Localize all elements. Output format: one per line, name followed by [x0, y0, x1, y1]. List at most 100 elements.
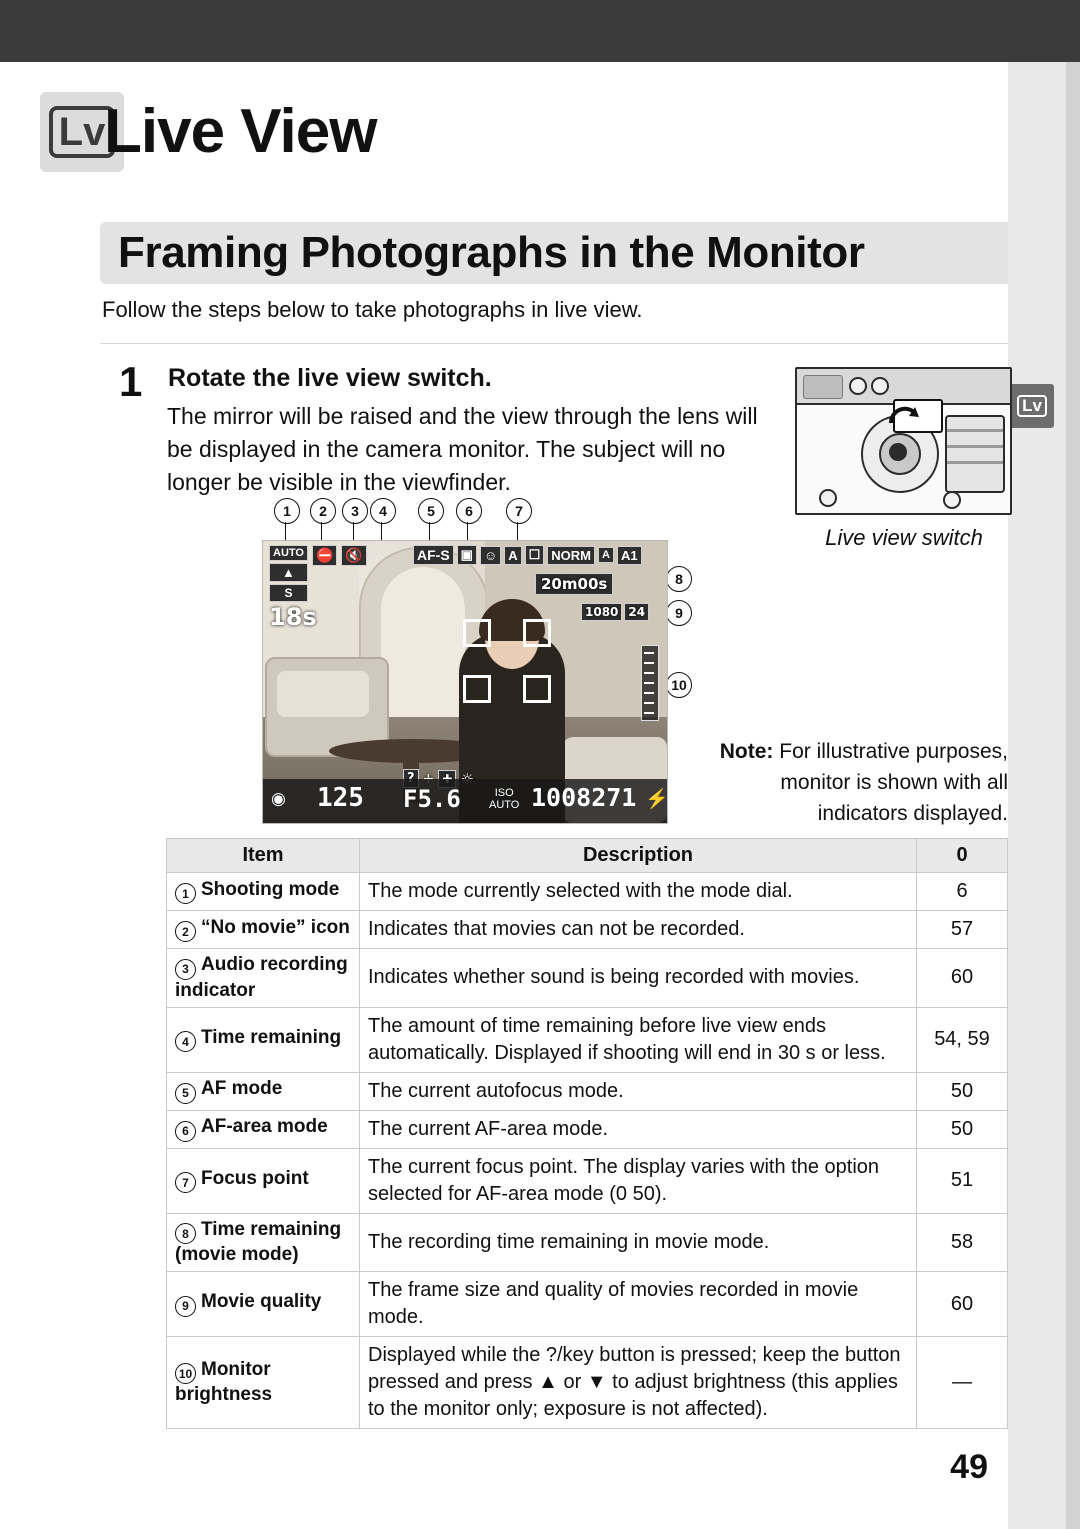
chapter-title: Live View [104, 97, 377, 166]
monitor-figure: AUTO ▲ S ⛔ 🔇 18s AF-S ▣ ☺ A ☐ NORM A A1 … [262, 540, 668, 824]
row-bullet-7: 7 [175, 1172, 196, 1194]
table-cell-item: 2 “No movie” icon [166, 910, 360, 949]
no-movie-icon: ⛔ [311, 545, 338, 566]
section-title: Framing Photographs in the Monitor [118, 228, 865, 277]
camera-mode-dial [945, 415, 1005, 493]
step-heading: Rotate the live view switch. [168, 364, 492, 392]
table-cell-description: Displayed while the ?/key button is pres… [359, 1336, 917, 1429]
note-label: Note: [719, 740, 774, 763]
picture-control-icon: ☺ [479, 545, 502, 565]
row-item-3: Audio recording indicator [175, 954, 348, 1001]
osd-top-middle-cluster: AF-S ▣ ☺ A ☐ NORM A A1 [413, 545, 642, 565]
page-top-margin [0, 0, 1080, 62]
callout-7: 7 [506, 498, 532, 524]
table-row: 1 Shooting mode The mode currently select… [166, 872, 1008, 911]
table-cell-description: The current AF-area mode. [359, 1109, 917, 1149]
osd-iso-value: AUTO [489, 799, 520, 811]
osd-picture-control: A [504, 545, 522, 565]
osd-movie-time-remaining: 20m00s [535, 573, 614, 595]
row-bullet-6: 6 [175, 1120, 196, 1142]
osd-shutter-speed: 125 [317, 783, 364, 813]
step-body: The mirror will be raised and the view t… [167, 403, 758, 495]
camera-button-af [849, 377, 867, 395]
row-item-6: AF-area mode [201, 1116, 328, 1138]
osd-time-remaining: 18s [269, 603, 317, 631]
note-text: For illustrative purposes, monitor is sh… [773, 740, 1008, 825]
table-row: 4 Time remaining The amount of time remai… [166, 1006, 1008, 1073]
callout-2: 2 [310, 498, 336, 524]
row-bullet-2: 2 [175, 921, 196, 943]
callout-5: 5 [418, 498, 444, 524]
table-cell-page: 50 [916, 1071, 1008, 1111]
camera-caption: Live view switch [825, 525, 983, 550]
row-item-8: Time remaining (movie mode) [175, 1218, 342, 1266]
table-cell-item: 10 Monitor brightness [166, 1336, 360, 1429]
table-cell-item: 3 Audio recording indicator [166, 948, 360, 1008]
osd-release-mode: S [269, 584, 308, 602]
table-cell-description: The amount of time remaining before live… [359, 1006, 917, 1073]
illustration-note: Note: For illustrative purposes, monitor… [700, 736, 1008, 829]
table-cell-page: 58 [916, 1212, 1008, 1272]
table-cell-description: The recording time remaining in movie mo… [359, 1212, 917, 1272]
camera-illustration [795, 367, 1012, 515]
osd-shooting-mode-auto: AUTO [269, 545, 308, 561]
table-header-row: Item Description 0 [166, 838, 1008, 873]
mic-off-icon: 🔇 [341, 545, 367, 566]
table-cell-page: 60 [916, 948, 1008, 1008]
table-header-item: Item [166, 838, 360, 873]
osd-movie-frame-size: 1080 [581, 603, 623, 621]
osd-image-size: A1 [616, 545, 642, 565]
metering-icon: ◉ [271, 789, 286, 808]
white-balance-icon: ☐ [524, 545, 545, 565]
row-item-1: Shooting mode [201, 878, 340, 900]
table-row: 9 Movie quality The frame size and qualit… [166, 1271, 1008, 1337]
face-priority-af-icon: ▣ [456, 545, 477, 565]
osd-shots-remaining: 1008271 [531, 783, 637, 812]
items-table: Item Description 0 1 Shooting mode The mo… [166, 838, 1008, 1429]
table-cell-description: Indicates that movies can not be recorde… [359, 910, 917, 949]
row-bullet-9: 9 [175, 1295, 196, 1317]
table-cell-description: The frame size and quality of movies rec… [359, 1271, 917, 1337]
osd-movie-quality-cluster: 1080 24 [581, 603, 650, 621]
osd-aperture: F5.6 [403, 785, 461, 813]
callout-1: 1 [274, 498, 300, 524]
table-cell-description: The current autofocus mode. [359, 1071, 917, 1111]
chapter-tab-live-view[interactable]: Lv [1010, 384, 1054, 428]
monitor-brightness-indicator [641, 645, 659, 721]
table-cell-item: 5 AF mode [166, 1071, 360, 1111]
camera-button-mode [871, 377, 889, 395]
table-cell-page: 51 [916, 1147, 1008, 1214]
table-cell-page: 54, 59 [916, 1006, 1008, 1073]
osd-top-left-cluster: AUTO ▲ S ⛔ 🔇 [269, 545, 367, 602]
camera-lens-center [889, 443, 907, 461]
row-item-5: AF mode [201, 1078, 283, 1100]
table-cell-item: 8 Time remaining (movie mode) [166, 1212, 360, 1272]
camera-button-front [819, 489, 837, 507]
table-header-description: Description [359, 838, 917, 873]
page-number: 49 [950, 1448, 988, 1486]
table-cell-page: 50 [916, 1109, 1008, 1149]
row-bullet-5: 5 [175, 1082, 196, 1104]
table-row: 8 Time remaining (movie mode) The recordi… [166, 1212, 1008, 1272]
table-cell-page: 57 [916, 910, 1008, 949]
table-cell-description: The mode currently selected with the mod… [359, 872, 917, 911]
table-row: 7 Focus point The current focus point. Th… [166, 1147, 1008, 1214]
row-item-4: Time remaining [201, 1026, 342, 1048]
row-bullet-10: 10 [175, 1363, 196, 1385]
osd-movie-time-cluster: 20m00s [535, 573, 614, 595]
table-cell-description: The current focus point. The display var… [359, 1147, 917, 1214]
table-cell-page: 60 [916, 1271, 1008, 1337]
camera-grip [803, 375, 843, 399]
row-item-7: Focus point [201, 1167, 309, 1189]
row-bullet-1: 1 [175, 883, 196, 905]
osd-shooting-mode-icon: ▲ [269, 563, 308, 582]
table-cell-page: — [916, 1336, 1008, 1429]
callout-8: 8 [666, 566, 692, 592]
table-row: 6 AF-area mode The current AF-area mode. … [166, 1109, 1008, 1149]
row-bullet-4: 4 [175, 1031, 196, 1053]
row-item-2: “No movie” icon [201, 916, 350, 938]
table-row: 5 AF mode The current autofocus mode. 50 [166, 1071, 1008, 1111]
osd-bottom-bar: ◉ 125 F5.6 ISO AUTO 1008271 ⚡ [263, 779, 667, 823]
side-tab-rail-shadow [1066, 62, 1080, 1529]
table-row: 2 “No movie” icon Indicates that movies c… [166, 910, 1008, 949]
